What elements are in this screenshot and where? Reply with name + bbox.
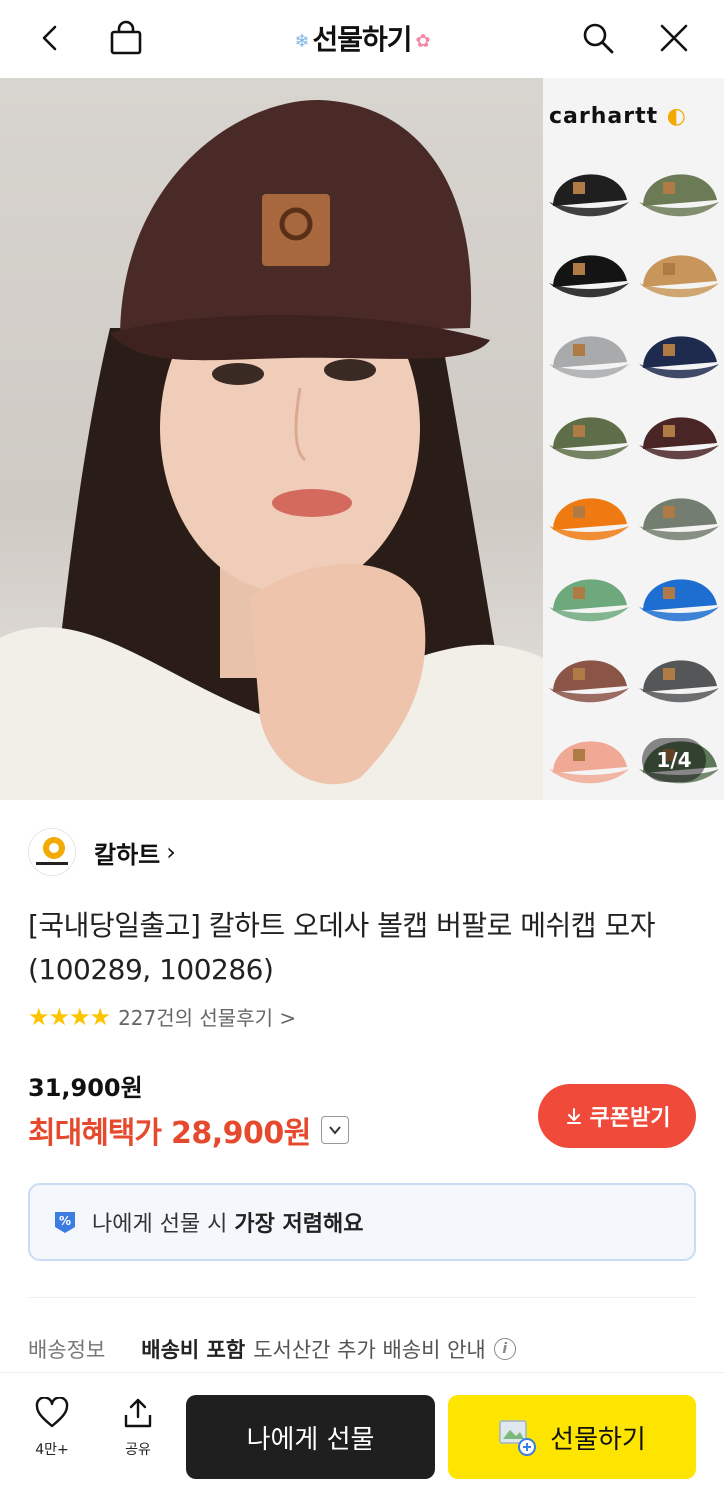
svg-text:%: % <box>59 1214 71 1228</box>
cap-swatch <box>549 417 629 460</box>
model-illustration <box>0 99 543 800</box>
info-text-normal: 나에게 선물 시 <box>92 1212 235 1237</box>
like-button[interactable]: 4만+ <box>24 1396 80 1459</box>
snowflake-icon: ❄ <box>294 30 309 52</box>
coupon-button-label: 쿠폰받기 <box>589 1106 671 1131</box>
info-text-bold: 가장 저렴해요 <box>234 1212 364 1237</box>
max-benefit-price: 최대혜택가 28,900원 <box>28 1108 349 1152</box>
cap-swatch <box>639 417 719 460</box>
info-text: 나에게 선물 시 가장 저렴해요 <box>92 1206 364 1238</box>
friend-add-icon <box>499 1420 537 1456</box>
cap-swatch <box>639 660 719 703</box>
shipping-sub: 도서산간 추가 배송비 안내 <box>253 1338 486 1362</box>
close-icon <box>660 24 688 52</box>
brand-logo <box>28 828 76 876</box>
carhartt-c-icon <box>36 837 68 865</box>
rating-row[interactable]: ★★★★ 227건의 선물후기 > <box>28 1002 296 1031</box>
cap-swatch <box>549 741 629 784</box>
review-link[interactable]: 227건의 선물후기 > <box>118 1002 296 1031</box>
product-image-carousel[interactable]: carhartt ◐ 1/4 <box>0 78 724 800</box>
cap-swatch <box>549 498 629 541</box>
color-swatch-panel: carhartt ◐ <box>543 78 724 800</box>
share-button[interactable]: 공유 <box>110 1397 166 1459</box>
gift-to-self-label: 나에게 선물 <box>246 1424 375 1455</box>
like-count: 4만+ <box>35 1442 69 1458</box>
carhartt-logo: carhartt ◐ <box>549 104 687 129</box>
share-icon <box>124 1398 152 1428</box>
top-header: ❄ 선물하기 ✿ <box>0 0 724 78</box>
send-gift-button[interactable]: 선물하기 <box>448 1395 696 1479</box>
cap-swatch <box>549 579 629 622</box>
shipping-label: 배송정보 <box>28 1338 106 1362</box>
benefit-expand-button[interactable] <box>320 1116 349 1144</box>
cap-swatch <box>639 255 719 298</box>
carhartt-logo-text: carhartt <box>549 104 659 129</box>
cap-swatch <box>549 660 629 703</box>
flower-icon: ✿ <box>415 30 431 52</box>
info-icon[interactable]: i <box>493 1338 516 1360</box>
max-benefit-value: 28,900원 <box>171 1116 311 1151</box>
cap-swatch <box>549 174 629 217</box>
gift-to-self-button[interactable]: 나에게 선물 <box>186 1395 435 1479</box>
chevron-down-icon <box>329 1126 341 1135</box>
discount-tag-icon: % <box>55 1212 75 1233</box>
brand-name: 칼하트 <box>94 840 161 869</box>
color-swatches <box>549 174 719 784</box>
original-price: 31,900원 <box>28 1074 143 1102</box>
heart-icon <box>35 1396 69 1428</box>
close-button[interactable] <box>650 14 698 62</box>
divider <box>28 1297 696 1298</box>
search-button[interactable] <box>574 14 622 62</box>
page-title-text: 선물하기 <box>312 23 412 56</box>
download-icon <box>566 1108 581 1124</box>
max-benefit-label: 최대혜택가 <box>28 1116 162 1151</box>
cap-swatch <box>639 336 719 379</box>
cap-swatch <box>639 498 719 541</box>
bottom-action-bar: 4만+ 공유 나에게 선물 선물하기 <box>0 1372 724 1500</box>
image-pager: 1/4 <box>642 738 706 782</box>
cap-swatch <box>549 336 629 379</box>
star-rating: ★★★★ <box>28 1002 111 1031</box>
coupon-button[interactable]: 쿠폰받기 <box>538 1084 696 1148</box>
search-icon <box>583 23 614 54</box>
send-gift-label: 선물하기 <box>550 1424 646 1455</box>
cheapest-info-banner: % 나에게 선물 시 가장 저렴해요 <box>28 1183 696 1261</box>
product-photo <box>0 78 543 800</box>
brand-link[interactable]: 칼하트 › <box>28 828 176 876</box>
cap-swatch <box>549 255 629 298</box>
product-title: [국내당일출고] 칼하트 오데사 볼캡 버팔로 메쉬캡 모자 (100289, … <box>28 909 655 986</box>
cap-swatch <box>639 579 719 622</box>
share-label: 공유 <box>125 1442 151 1458</box>
shipping-info-row: 배송정보 배송비 포함 도서산간 추가 배송비 안내 i <box>28 1334 516 1364</box>
chevron-right-icon: › <box>166 838 176 866</box>
cap-swatch <box>639 174 719 217</box>
shipping-main: 배송비 포함 <box>141 1338 246 1362</box>
